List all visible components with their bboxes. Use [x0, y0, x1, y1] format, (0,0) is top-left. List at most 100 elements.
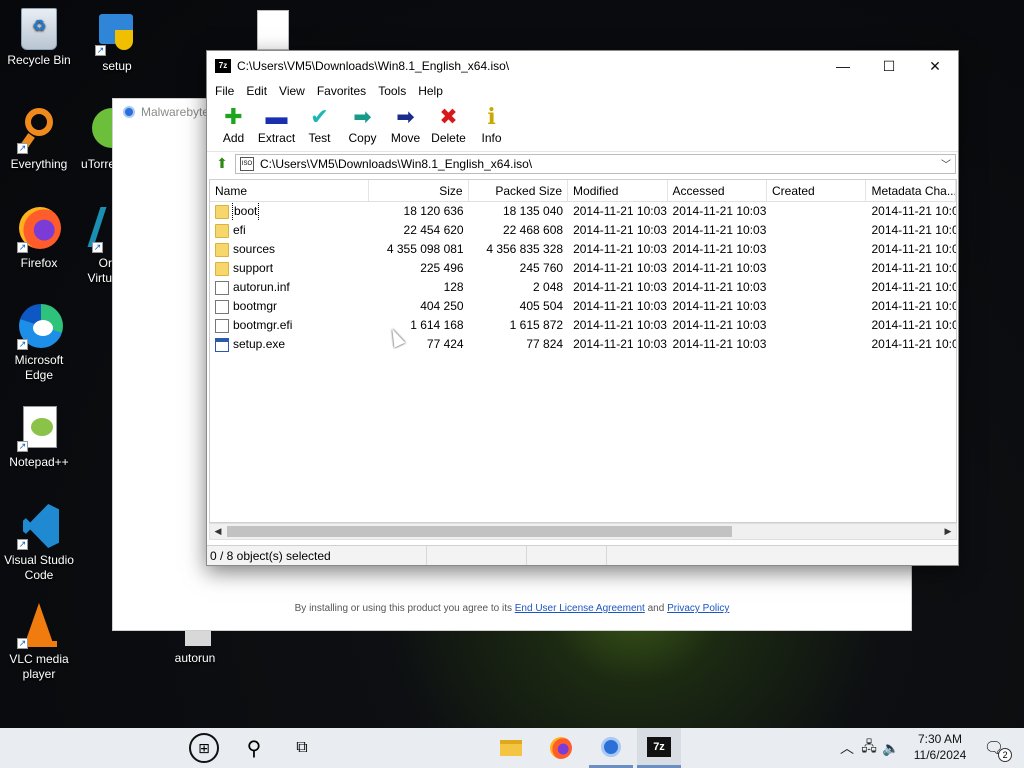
column-header-metadata-changed[interactable]: Metadata Cha... — [866, 180, 956, 201]
table-row[interactable]: sources 4 355 098 081 4 356 835 328 2014… — [210, 240, 956, 259]
recycle-bin-icon: ♻ — [21, 8, 57, 50]
autorun-gear-icon — [171, 630, 219, 648]
executable-icon — [215, 337, 229, 352]
taskbar-malwarebytes[interactable] — [589, 728, 633, 768]
info-icon: i — [487, 104, 496, 130]
horizontal-scrollbar[interactable]: ◀ ▶ — [209, 523, 957, 540]
taskbar-7zip[interactable]: 7z — [637, 728, 681, 768]
start-button[interactable]: ⊞ — [182, 728, 226, 768]
shortcut-arrow-icon: ↗ — [17, 638, 28, 649]
table-row[interactable]: bootmgr.efi 1 614 168 1 615 872 2014-11-… — [210, 316, 956, 335]
file-icon — [215, 299, 229, 314]
malwarebytes-legal-text: By installing or using this product you … — [294, 603, 730, 614]
toolbar: ✚ Add ▬ Extract ✔ Test ➡ Copy ➡ Move ✖ D… — [207, 101, 958, 151]
search-button[interactable]: ⚲ — [232, 728, 276, 768]
notification-center-button[interactable]: 🗨 2 — [974, 728, 1014, 768]
sevenzip-window[interactable]: 7z C:\Users\VM5\Downloads\Win8.1_English… — [206, 50, 959, 566]
search-icon: ⚲ — [246, 737, 262, 760]
iso-file-icon: ISO — [240, 156, 254, 171]
shortcut-arrow-icon: ↗ — [17, 242, 28, 253]
column-header-size[interactable]: Size — [369, 180, 469, 201]
column-header-accessed[interactable]: Accessed — [668, 180, 767, 201]
table-row[interactable]: bootmgr 404 250 405 504 2014-11-21 10:03… — [210, 297, 956, 316]
menu-file[interactable]: File — [209, 84, 240, 98]
desktop-icon-label: Microsoft Edge — [14, 353, 64, 382]
task-view-button[interactable]: ⧉ — [280, 728, 324, 768]
scrollbar-thumb[interactable] — [227, 526, 732, 537]
column-header-created[interactable]: Created — [767, 180, 867, 201]
desktop-icon-setup[interactable]: ↗ setup — [78, 8, 156, 74]
eula-link[interactable]: End User License Agreement — [515, 603, 645, 614]
shortcut-arrow-icon: ↗ — [17, 441, 28, 452]
desktop-icon-firefox[interactable]: ↗ Firefox — [0, 205, 78, 271]
column-header-packed-size[interactable]: Packed Size — [469, 180, 569, 201]
table-row[interactable]: efi 22 454 620 22 468 608 2014-11-21 10:… — [210, 221, 956, 240]
scroll-right-icon[interactable]: ▶ — [940, 524, 956, 539]
file-icon — [215, 318, 229, 333]
desktop-icon-microsoft-edge[interactable]: ↗ Microsoft Edge — [0, 302, 78, 383]
desktop-icon-vscode[interactable]: ↗ Visual Studio Code — [0, 502, 78, 583]
maximize-button[interactable]: ☐ — [866, 51, 912, 81]
virtualbox-icon: ↗ — [78, 205, 114, 253]
vscode-icon: ↗ — [15, 502, 63, 550]
desktop-icon-vlc[interactable]: ↗ VLC media player — [0, 601, 78, 682]
network-icon[interactable]: 🖧 — [858, 736, 880, 760]
title-bar[interactable]: 7z C:\Users\VM5\Downloads\Win8.1_English… — [207, 51, 958, 81]
minus-icon: ▬ — [265, 104, 288, 129]
address-input[interactable]: ISO C:\Users\VM5\Downloads\Win8.1_Englis… — [235, 153, 956, 174]
menu-help[interactable]: Help — [412, 84, 449, 98]
column-header-modified[interactable]: Modified — [568, 180, 668, 201]
close-button[interactable]: ✕ — [912, 51, 958, 81]
task-view-icon: ⧉ — [296, 739, 308, 756]
menu-bar: File Edit View Favorites Tools Help — [207, 81, 958, 101]
shortcut-arrow-icon: ↗ — [92, 242, 103, 253]
table-row[interactable]: autorun.inf 128 2 048 2014-11-21 10:03 2… — [210, 278, 956, 297]
taskbar-firefox[interactable] — [539, 728, 583, 768]
menu-favorites[interactable]: Favorites — [311, 84, 372, 98]
clock[interactable]: 7:30 AM 11/6/2024 — [905, 731, 975, 763]
chevron-up-icon[interactable]: ︿ — [836, 738, 858, 758]
privacy-policy-link[interactable]: Privacy Policy — [667, 603, 729, 614]
table-row[interactable]: setup.exe 77 424 77 824 2014-11-21 10:03… — [210, 335, 956, 354]
shortcut-arrow-icon: ↗ — [17, 539, 28, 550]
move-button[interactable]: ➡ Move — [384, 103, 427, 145]
volume-icon[interactable]: 🔈 — [880, 740, 902, 757]
desktop-icon-label: Everything — [10, 157, 68, 171]
delete-button[interactable]: ✖ Delete — [427, 103, 470, 145]
desktop-icon-label: VLC media player — [9, 652, 69, 681]
scroll-left-icon[interactable]: ◀ — [210, 524, 226, 539]
extract-button[interactable]: ▬ Extract — [255, 103, 298, 145]
desktop-icon-notepad-plus-plus[interactable]: ↗ Notepad++ — [0, 404, 78, 470]
table-row[interactable]: boot 18 120 636 18 135 040 2014-11-21 10… — [210, 202, 956, 221]
setup-icon: ↗ — [93, 8, 141, 56]
test-button[interactable]: ✔ Test — [298, 103, 341, 145]
windows-logo-icon: ⊞ — [189, 733, 219, 763]
table-row[interactable]: support 225 496 245 760 2014-11-21 10:03… — [210, 259, 956, 278]
folder-icon — [215, 261, 229, 276]
menu-view[interactable]: View — [273, 84, 311, 98]
menu-tools[interactable]: Tools — [372, 84, 412, 98]
desktop-icon-oracle-virtualbox[interactable]: ↗ Or Virtu — [78, 205, 114, 286]
desktop-icon-recycle-bin[interactable]: ♻ Recycle Bin — [0, 8, 78, 68]
file-list[interactable]: Name Size Packed Size Modified Accessed … — [209, 179, 957, 523]
minimize-button[interactable]: ― — [820, 51, 866, 81]
system-tray: ︿ 🖧 🔈 — [836, 728, 902, 768]
taskbar-file-explorer[interactable] — [489, 728, 533, 768]
copy-arrow-icon: ➡ — [353, 104, 372, 129]
info-button[interactable]: i Info — [470, 103, 513, 145]
add-button[interactable]: ✚ Add — [212, 103, 255, 145]
check-icon: ✔ — [310, 104, 329, 129]
chevron-down-icon[interactable]: ﹀ — [937, 156, 955, 171]
desktop-icon-everything[interactable]: ↗ Everything — [0, 106, 78, 172]
column-header-name[interactable]: Name — [210, 180, 370, 201]
malwarebytes-logo-icon — [123, 106, 135, 118]
desktop-icon-utorrent[interactable]: uTorre — [78, 106, 114, 172]
desktop-file-icon[interactable] — [257, 10, 289, 50]
desktop-icon-label: setup — [102, 59, 132, 73]
folder-up-icon[interactable]: ⬆ — [209, 154, 235, 174]
desktop-icon-autorun[interactable]: autorun — [156, 630, 234, 666]
menu-edit[interactable]: Edit — [240, 84, 273, 98]
copy-button[interactable]: ➡ Copy — [341, 103, 384, 145]
shortcut-arrow-icon: ↗ — [95, 45, 106, 56]
malwarebytes-title: Malwarebytes — [123, 105, 215, 119]
